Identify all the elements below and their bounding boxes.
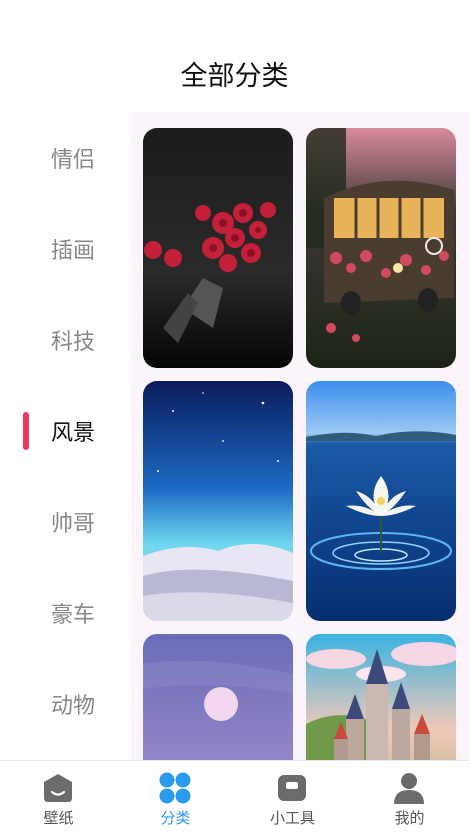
sidebar-item-label: 动物 xyxy=(51,694,96,719)
profile-icon xyxy=(394,773,424,804)
tab-label: 分类 xyxy=(160,809,191,827)
sidebar-item-tech[interactable]: 科技 xyxy=(0,310,130,370)
sidebar-item-illustration[interactable]: 插画 xyxy=(0,219,130,279)
toolbox-icon xyxy=(278,775,306,801)
tab-category[interactable]: 分类 xyxy=(117,761,234,833)
desert-night-image xyxy=(143,381,293,621)
sidebar-item-label: 豪车 xyxy=(51,603,96,628)
roses-image xyxy=(143,128,293,368)
lotus-water-image xyxy=(306,381,456,621)
wallpaper-icon xyxy=(44,774,72,802)
sidebar-item-scenery[interactable]: 风景 xyxy=(0,401,130,461)
tab-label: 小工具 xyxy=(269,809,315,827)
active-indicator xyxy=(23,412,29,450)
wallpaper-grid[interactable] xyxy=(130,112,469,760)
sidebar-item-label: 风景 xyxy=(51,421,96,446)
sidebar-item-animal[interactable]: 动物 xyxy=(0,674,130,734)
wallpaper-card[interactable] xyxy=(143,634,293,760)
sidebar-item-label: 科技 xyxy=(51,330,96,355)
wallpaper-card[interactable] xyxy=(306,381,456,621)
flower-bus-image xyxy=(306,128,456,368)
purple-moon-image xyxy=(143,634,293,760)
tab-label: 壁纸 xyxy=(43,809,74,827)
sidebar-item-handsome[interactable]: 帅哥 xyxy=(0,492,130,552)
bottom-tab-bar: 壁纸 分类 小工具 我的 xyxy=(0,760,469,833)
tab-tools[interactable]: 小工具 xyxy=(234,761,351,833)
wallpaper-card[interactable] xyxy=(306,634,456,760)
tab-label: 我的 xyxy=(394,809,425,827)
category-sidebar: 情侣 插画 科技 风景 帅哥 豪车 动物 xyxy=(0,112,130,760)
sidebar-item-couple[interactable]: 情侣 xyxy=(0,128,130,188)
category-icon xyxy=(159,772,191,804)
castle-image xyxy=(306,634,456,760)
tab-profile[interactable]: 我的 xyxy=(351,761,468,833)
wallpaper-card[interactable] xyxy=(143,381,293,621)
page-header: 全部分类 xyxy=(0,0,469,112)
sidebar-item-label: 情侣 xyxy=(51,148,96,173)
page-title: 全部分类 xyxy=(180,61,289,92)
sidebar-item-label: 插画 xyxy=(51,239,96,264)
wallpaper-card[interactable] xyxy=(306,128,456,368)
sidebar-item-label: 帅哥 xyxy=(51,512,96,537)
wallpaper-card[interactable] xyxy=(143,128,293,368)
sidebar-item-luxury-car[interactable]: 豪车 xyxy=(0,583,130,643)
tab-wallpaper[interactable]: 壁纸 xyxy=(0,761,117,833)
